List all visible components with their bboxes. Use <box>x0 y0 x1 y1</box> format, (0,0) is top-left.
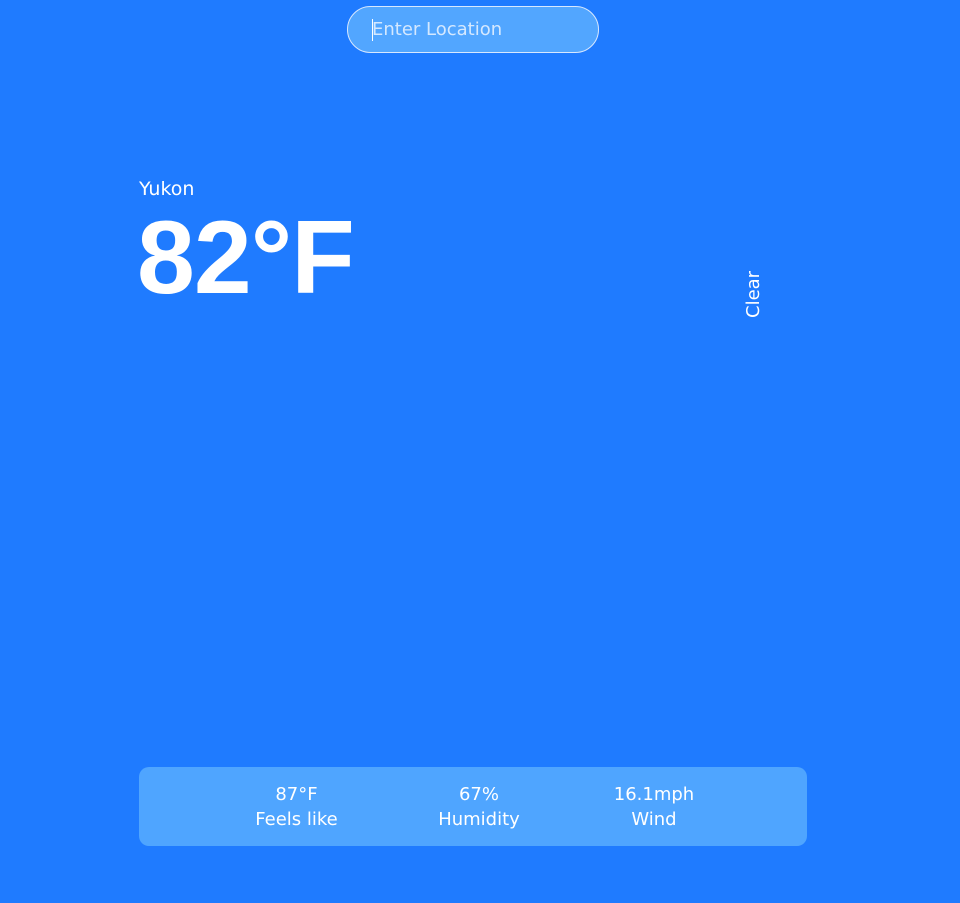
humidity-value: 67% <box>458 784 499 805</box>
current-temperature: 82°F <box>137 200 355 316</box>
humidity-label: Humidity <box>438 809 520 830</box>
weather-condition-label: Clear <box>743 270 764 318</box>
search-container <box>347 6 599 53</box>
location-search-input[interactable] <box>347 6 599 53</box>
wind-value: 16.1mph <box>613 784 695 805</box>
humidity-stat: 67% Humidity <box>424 782 534 832</box>
feels-like-value: 87°F <box>275 784 318 805</box>
feels-like-stat: 87°F Feels like <box>234 782 359 832</box>
location-name: Yukon <box>139 178 195 200</box>
weather-stats-panel: 87°F Feels like 67% Humidity 16.1mph Win… <box>139 767 807 846</box>
weather-condition: Clear <box>741 270 765 318</box>
text-cursor <box>372 19 373 41</box>
wind-label: Wind <box>631 809 677 830</box>
feels-like-label: Feels like <box>255 809 338 830</box>
wind-stat: 16.1mph Wind <box>599 782 709 832</box>
